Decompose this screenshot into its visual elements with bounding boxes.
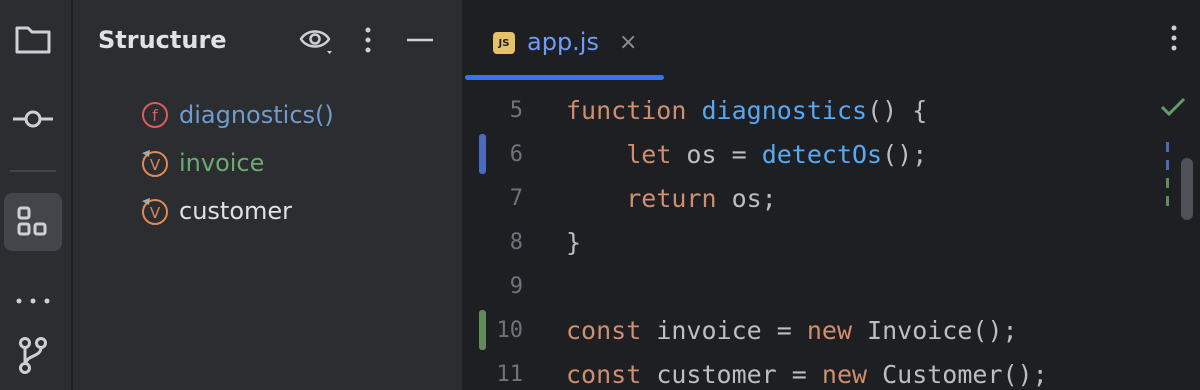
code-keyword: new xyxy=(821,360,868,389)
code-keyword: const xyxy=(566,360,642,389)
more-tools-button[interactable] xyxy=(4,272,62,330)
code-keyword: const xyxy=(566,316,642,345)
project-button[interactable] xyxy=(4,10,62,68)
hide-panel-button[interactable] xyxy=(403,22,437,58)
line-number: 5 xyxy=(509,98,523,123)
line-number: 8 xyxy=(509,230,523,255)
tree-item-diagnostics[interactable]: f diagnostics() xyxy=(141,97,334,133)
line-number: 7 xyxy=(509,186,523,211)
vertical-scrollbar-thumb[interactable] xyxy=(1181,158,1193,220)
tree-item-label: customer xyxy=(179,197,293,225)
function-icon: f xyxy=(141,101,169,129)
close-tab-icon[interactable]: × xyxy=(619,30,637,55)
kebab-menu-icon xyxy=(1171,25,1177,51)
more-icon xyxy=(16,298,50,304)
svg-text:f: f xyxy=(152,106,158,125)
line-number: 6 xyxy=(509,142,523,167)
kebab-menu-icon xyxy=(365,27,371,53)
code-function-name: diagnostics xyxy=(701,96,868,125)
tab-label: app.js xyxy=(527,28,599,56)
no-problems-check-icon[interactable] xyxy=(1160,96,1186,122)
code-keyword: function xyxy=(566,96,687,125)
code-line[interactable]: const customer = new Customer(); xyxy=(566,360,1048,389)
active-tab-indicator xyxy=(465,75,664,80)
code-line[interactable]: function diagnostics() { xyxy=(566,96,927,125)
panel-title: Structure xyxy=(98,26,227,54)
eye-icon xyxy=(299,30,332,54)
tab-app-js[interactable]: JS app.js × xyxy=(463,0,664,82)
svg-text:V: V xyxy=(150,156,161,174)
tree-item-customer[interactable]: V customer xyxy=(141,193,292,229)
code-keyword: new xyxy=(806,316,852,345)
code-line[interactable]: const invoice = new Invoice(); xyxy=(566,316,1018,345)
added-line-marker[interactable] xyxy=(479,310,486,350)
structure-icon xyxy=(17,206,47,236)
code-line[interactable]: } xyxy=(566,228,581,257)
line-number: 9 xyxy=(509,274,523,299)
git-button[interactable] xyxy=(4,326,62,384)
structure-button[interactable] xyxy=(4,193,62,251)
variable-icon: V xyxy=(141,149,169,177)
variable-icon: V xyxy=(141,197,169,225)
editor: JS app.js × 5 6 7 8 9 10 11 function dia… xyxy=(463,0,1200,390)
modified-line-marker[interactable] xyxy=(479,134,486,174)
activity-separator xyxy=(10,170,56,172)
activity-bar xyxy=(0,0,72,390)
commit-icon xyxy=(13,110,53,128)
folder-icon xyxy=(15,26,51,54)
code-keyword: let xyxy=(626,140,672,169)
panel-options-button[interactable] xyxy=(351,22,385,58)
code-line[interactable]: return os; xyxy=(566,184,777,213)
structure-panel: Structure f diagnostics() V invoice V cu… xyxy=(73,0,462,390)
javascript-file-icon: JS xyxy=(493,32,515,54)
view-options-button[interactable] xyxy=(299,22,333,58)
line-number: 10 xyxy=(496,318,524,343)
code-line[interactable]: let os = detectOs(); xyxy=(566,140,927,169)
svg-text:V: V xyxy=(150,204,161,222)
minimize-icon xyxy=(407,38,433,42)
editor-tab-bar: JS app.js × xyxy=(463,0,1200,82)
tree-item-label: invoice xyxy=(179,149,265,177)
tree-item-label: diagnostics() xyxy=(179,101,334,129)
commit-button[interactable] xyxy=(4,90,62,148)
tree-item-invoice[interactable]: V invoice xyxy=(141,145,264,181)
scrollbar-markers xyxy=(1166,142,1169,212)
code-keyword: return xyxy=(626,184,717,213)
editor-options-button[interactable] xyxy=(1170,24,1178,56)
code-function-call: detectOs xyxy=(761,140,883,169)
git-branch-icon xyxy=(19,337,47,374)
line-number: 11 xyxy=(496,362,524,387)
